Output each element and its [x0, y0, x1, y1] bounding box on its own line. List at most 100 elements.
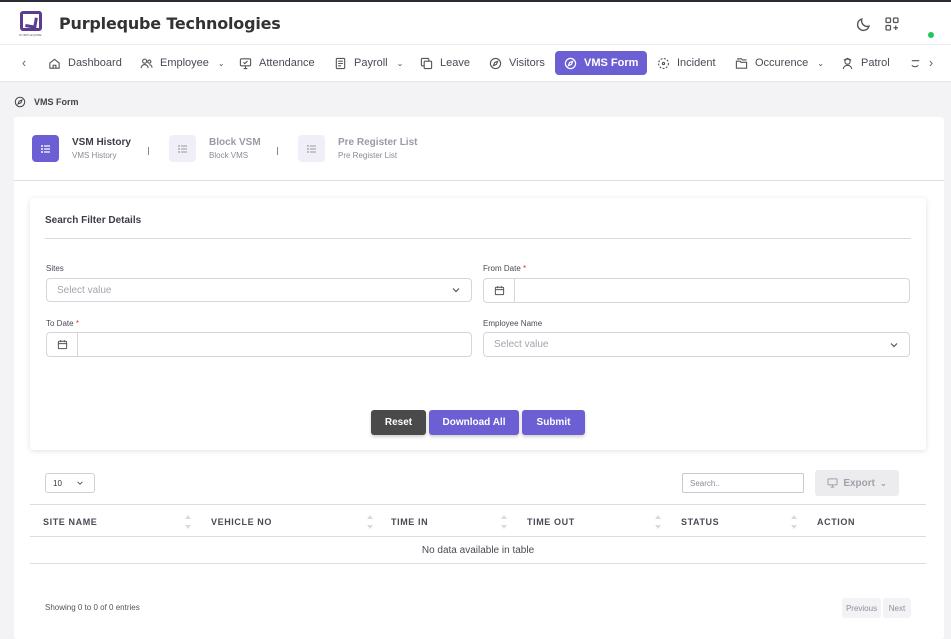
tab-divider	[277, 147, 278, 155]
download-all-button[interactable]: Download All	[429, 410, 519, 435]
sort-icon[interactable]	[500, 513, 508, 531]
from-date-label: From Date *	[483, 264, 526, 273]
vms-history-table: SITE NAME VEHICLE NO TIME IN TIME OUT ST…	[30, 504, 926, 564]
page-length-value: 10	[53, 478, 62, 488]
sites-select-value: Select value	[57, 284, 112, 296]
brand-name: Purpleqube Technologies	[59, 14, 281, 33]
chevron-down-icon: ⌄	[879, 478, 887, 488]
page-length-select[interactable]: 10	[45, 473, 95, 493]
list-icon	[169, 135, 196, 162]
nav-scroll-right-icon[interactable]: ›	[924, 56, 938, 70]
dark-mode-moon-icon[interactable]	[856, 16, 872, 32]
to-date-input[interactable]	[78, 333, 471, 356]
nav-item-leave[interactable]: Leave	[411, 51, 479, 75]
submit-button[interactable]: Submit	[522, 410, 585, 435]
scan-dots-icon	[658, 57, 669, 69]
nav-item-vms-form[interactable]: VMS Form	[555, 51, 648, 75]
from-date-label-text: From Date	[483, 264, 521, 273]
column-time-out[interactable]: TIME OUT	[527, 517, 575, 527]
folder-stack-icon	[735, 57, 748, 69]
sites-label: Sites	[46, 264, 64, 273]
tab-title: VSM History	[72, 137, 131, 148]
column-time-in[interactable]: TIME IN	[391, 517, 428, 527]
column-vehicle-no[interactable]: VEHICLE NO	[211, 517, 272, 527]
nav-label-patrol: Patrol	[861, 57, 890, 69]
sort-icon[interactable]	[654, 513, 662, 531]
tab-subtitle: VMS History	[72, 151, 117, 160]
required-mark: *	[523, 264, 527, 273]
chevron-down-icon: ⌄	[396, 58, 404, 68]
sort-icon[interactable]	[366, 513, 374, 531]
sites-select[interactable]: Select value	[46, 278, 472, 302]
employee-name-select[interactable]: Select value	[483, 332, 910, 357]
partial-menu-icon	[911, 59, 920, 67]
online-status-dot	[928, 32, 934, 38]
home-icon	[49, 58, 60, 69]
nav-label-payroll: Payroll	[354, 57, 388, 69]
logo-subtext: PURPLEQUBE	[19, 33, 42, 37]
compass-icon	[564, 57, 577, 69]
nav-item-payroll[interactable]: Payroll ⌄	[325, 51, 412, 75]
nav-item-employee[interactable]: Employee ⌄	[131, 51, 234, 75]
column-site-name[interactable]: SITE NAME	[43, 517, 97, 527]
tab-divider	[148, 147, 149, 155]
from-date-input[interactable]	[515, 279, 909, 302]
tab-block-vsm[interactable]: Block VSM Block VMS	[169, 135, 261, 162]
top-header: PURPLEQUBE Purpleqube Technologies	[0, 0, 951, 44]
nav-item-dashboard[interactable]: Dashboard	[39, 51, 131, 75]
compass-icon	[489, 57, 502, 69]
nav-item-occurence[interactable]: Occurence ⌄	[726, 51, 833, 75]
chevron-down-icon: ⌄	[817, 58, 824, 68]
export-button[interactable]: Export ⌄	[815, 470, 899, 496]
monitor-check-icon	[239, 57, 252, 69]
filter-title: Search Filter Details	[45, 215, 142, 226]
sort-icon[interactable]	[790, 513, 798, 531]
company-logo[interactable]: PURPLEQUBE	[17, 11, 44, 38]
users-icon	[140, 58, 153, 68]
nav-item-patrol[interactable]: Patrol	[832, 51, 899, 75]
empty-table-message: No data available in table	[30, 537, 926, 564]
apps-grid-plus-icon[interactable]	[884, 16, 900, 32]
pagination-previous-button[interactable]: Previous	[842, 598, 881, 618]
column-action: ACTION	[817, 517, 856, 527]
table-info: Showing 0 to 0 of 0 entries	[45, 603, 140, 612]
calendar-icon[interactable]	[484, 279, 515, 302]
pagination-next-button[interactable]: Next	[883, 598, 911, 618]
chevron-down-icon: ⌄	[217, 58, 225, 68]
security-guard-icon	[842, 57, 853, 69]
nav-item-attendance[interactable]: Attendance	[230, 51, 324, 75]
nav-item-incident[interactable]: Incident	[648, 51, 725, 75]
nav-label-visitors: Visitors	[509, 57, 545, 69]
employee-select-value: Select value	[494, 339, 549, 350]
reset-button[interactable]: Reset	[371, 410, 426, 435]
table-header-row: SITE NAME VEHICLE NO TIME IN TIME OUT ST…	[30, 504, 926, 537]
chevron-down-icon	[452, 288, 460, 293]
tab-title: Block VSM	[209, 137, 261, 148]
tab-pre-register-list[interactable]: Pre Register List Pre Register List	[298, 135, 417, 162]
nav-label-dashboard: Dashboard	[68, 57, 122, 69]
nav-label-incident: Incident	[677, 57, 716, 69]
vms-tab-strip: VSM History VMS History Block VSM Block …	[14, 117, 944, 181]
from-date-field	[483, 278, 910, 303]
tab-vsm-history[interactable]: VSM History VMS History	[32, 135, 131, 162]
table-search-input[interactable]	[682, 473, 804, 493]
divider	[45, 238, 911, 239]
compass-icon	[14, 96, 26, 108]
nav-scroll-left-icon[interactable]: ‹	[17, 56, 31, 70]
tab-title: Pre Register List	[338, 137, 418, 148]
list-icon	[32, 135, 59, 162]
calendar-icon[interactable]	[47, 333, 78, 356]
sort-icon[interactable]	[184, 513, 192, 531]
tab-subtitle: Block VMS	[209, 151, 249, 160]
logo-mark-icon	[19, 11, 42, 31]
to-date-label: To Date *	[46, 319, 79, 328]
nav-label-attendance: Attendance	[259, 57, 315, 69]
vms-form-card: VSM History VMS History Block VSM Block …	[14, 117, 944, 639]
export-label: Export	[843, 477, 875, 489]
nav-item-more[interactable]	[900, 51, 922, 75]
to-date-field	[46, 332, 472, 357]
nav-item-visitors[interactable]: Visitors	[480, 51, 554, 75]
employee-name-label: Employee Name	[483, 319, 543, 328]
to-date-label-text: To Date	[46, 319, 74, 328]
column-status[interactable]: STATUS	[681, 517, 719, 527]
